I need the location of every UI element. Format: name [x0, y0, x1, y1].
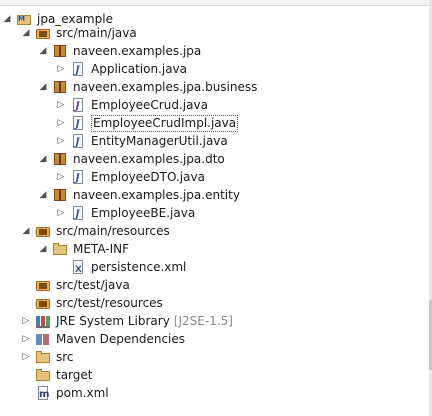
tree-item-meta-inf[interactable]: ◢ META-INF	[38, 240, 130, 258]
tree-item-employee-crud-impl[interactable]: ▷ EmployeeCrudImpl.java	[56, 114, 239, 134]
maven-dependencies-label: Maven Dependencies	[56, 332, 186, 346]
java-interface-file-icon	[70, 97, 86, 116]
meta-inf-label: META-INF	[73, 242, 130, 256]
tree-item-src-test-java[interactable]: src/test/java	[31, 276, 130, 294]
persistence-xml-label: persistence.xml	[91, 260, 187, 274]
collapse-arrow-icon[interactable]: ▷	[21, 330, 31, 348]
tree-item-application-java[interactable]: ▷ Application.java	[56, 60, 188, 80]
collapse-arrow-icon[interactable]: ▷	[56, 132, 66, 150]
java-file-icon	[70, 169, 86, 188]
tree-item-employee-dto[interactable]: ▷ EmployeeDTO.java	[56, 168, 205, 188]
tree-item-employee-crud[interactable]: ▷ EmployeeCrud.java	[56, 96, 208, 116]
expand-arrow-icon[interactable]: ◢	[38, 150, 48, 168]
library-icon	[35, 331, 51, 347]
entity-manager-util-label: EntityManagerUtil.java	[91, 134, 228, 148]
tree-item-jre-library[interactable]: ▷ JRE System Library [J2SE-1.5]	[21, 312, 233, 330]
employee-be-label: EmployeeBE.java	[91, 206, 196, 220]
java-file-icon	[70, 115, 86, 134]
jre-library-label: JRE System Library	[56, 314, 170, 328]
src-label: src	[56, 350, 74, 364]
expand-arrow-icon[interactable]: ◢	[38, 42, 48, 60]
tree-item-package-dto[interactable]: ◢ naveen.examples.jpa.dto	[38, 150, 225, 168]
tree-item-src-test-resources[interactable]: src/test/resources	[31, 294, 163, 312]
package-entity-label: naveen.examples.jpa.entity	[73, 188, 240, 202]
expand-arrow-icon[interactable]: ◢	[21, 24, 31, 42]
tree-item-package-business[interactable]: ◢ naveen.examples.jpa.business	[38, 78, 258, 96]
collapse-arrow-icon[interactable]: ▷	[56, 168, 66, 186]
employee-crud-label: EmployeeCrud.java	[91, 98, 208, 112]
expand-arrow-icon[interactable]: ◢	[38, 240, 48, 258]
package-icon	[52, 43, 68, 59]
folder-icon	[35, 349, 51, 365]
maven-pom-file-icon	[35, 385, 51, 404]
library-icon	[35, 313, 51, 329]
collapse-arrow-icon[interactable]: ▷	[21, 312, 31, 330]
package-icon	[52, 187, 68, 203]
application-java-label: Application.java	[91, 62, 188, 76]
src-test-resources-label: src/test/resources	[56, 296, 163, 310]
src-main-java-label: src/main/java	[56, 26, 137, 40]
tree-item-entity-manager-util[interactable]: ▷ EntityManagerUtil.java	[56, 132, 228, 152]
expand-arrow-icon[interactable]: ◢	[21, 222, 31, 240]
source-folder-icon	[35, 223, 51, 239]
collapse-arrow-icon[interactable]: ▷	[56, 96, 66, 114]
folder-icon	[35, 367, 51, 383]
tree-item-target[interactable]: target	[31, 366, 93, 384]
src-main-resources-label: src/main/resources	[56, 224, 170, 238]
collapse-arrow-icon[interactable]: ▷	[56, 60, 66, 78]
collapse-arrow-icon[interactable]: ▷	[56, 204, 66, 222]
java-file-icon	[70, 61, 86, 80]
employee-dto-label: EmployeeDTO.java	[91, 170, 205, 184]
tree-item-pom-xml[interactable]: pom.xml	[31, 384, 109, 404]
tree-item-src-main-resources[interactable]: ◢ src/main/resources	[21, 222, 170, 240]
java-file-icon	[70, 133, 86, 152]
tree-item-maven-dependencies[interactable]: ▷ Maven Dependencies	[21, 330, 185, 348]
src-test-java-label: src/test/java	[56, 278, 130, 292]
source-folder-icon	[35, 277, 51, 293]
source-folder-icon	[35, 295, 51, 311]
expand-arrow-icon[interactable]: ◢	[2, 10, 12, 28]
collapse-arrow-icon[interactable]: ▷	[56, 114, 66, 132]
jre-version-label: [J2SE-1.5]	[173, 314, 233, 328]
collapse-arrow-icon[interactable]: ▷	[21, 348, 31, 366]
source-folder-icon	[35, 25, 51, 41]
tree-item-package-entity[interactable]: ◢ naveen.examples.jpa.entity	[38, 186, 240, 204]
top-toolbar-edge	[0, 0, 432, 6]
package-dto-label: naveen.examples.jpa.dto	[73, 152, 225, 166]
tree-item-package-jpa[interactable]: ◢ naveen.examples.jpa	[38, 42, 202, 60]
target-label: target	[56, 368, 93, 382]
tree-item-persistence-xml[interactable]: persistence.xml	[66, 258, 187, 279]
package-jpa-label: naveen.examples.jpa	[73, 44, 202, 58]
expand-arrow-icon[interactable]: ◢	[38, 78, 48, 96]
java-file-icon	[70, 205, 86, 224]
package-icon	[52, 151, 68, 167]
tree-item-src[interactable]: ▷ src	[21, 348, 74, 366]
xml-file-icon	[70, 259, 86, 279]
package-business-label: naveen.examples.jpa.business	[73, 80, 258, 94]
expand-arrow-icon[interactable]: ◢	[38, 186, 48, 204]
folder-icon	[52, 241, 68, 257]
package-icon	[52, 79, 68, 95]
employee-crud-impl-label: EmployeeCrudImpl.java	[91, 114, 239, 132]
tree-item-src-main-java[interactable]: ◢ src/main/java	[21, 24, 137, 42]
tree-item-employee-be[interactable]: ▷ EmployeeBE.java	[56, 204, 196, 224]
pom-xml-label: pom.xml	[56, 386, 109, 400]
